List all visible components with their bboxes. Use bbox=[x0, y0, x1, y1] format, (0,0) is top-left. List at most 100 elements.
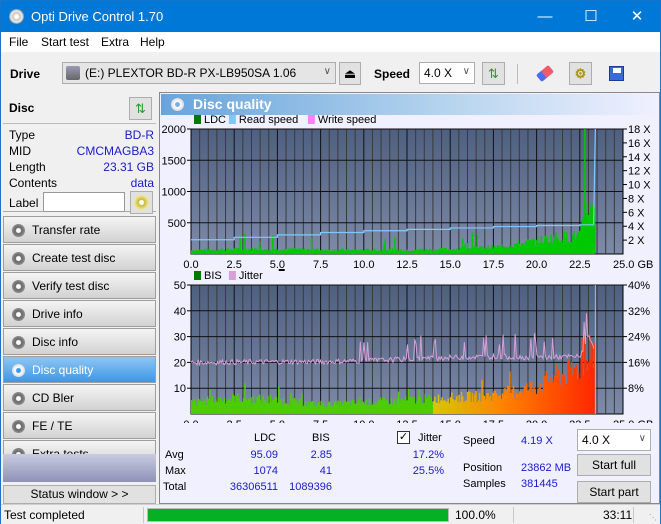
erase-button[interactable] bbox=[533, 62, 556, 85]
y2-tick-label: 12 X bbox=[628, 166, 651, 178]
disc-row-contents: Contents data bbox=[9, 176, 154, 190]
disc-nav-icon bbox=[12, 280, 25, 293]
stats-max-ldc: 1074 bbox=[253, 465, 278, 477]
stats-total-label: Total bbox=[163, 481, 187, 493]
eject-button[interactable]: ⏏ bbox=[339, 62, 361, 85]
app-window: Opti Drive Control 1.70 — ☐ ✕ File Start… bbox=[0, 0, 661, 524]
jitter-checkbox[interactable]: ✓ bbox=[397, 431, 410, 444]
legend-swatch bbox=[228, 115, 236, 124]
status-separator bbox=[513, 507, 514, 523]
resize-grip-icon[interactable]: ⋱ bbox=[649, 513, 657, 522]
menu-help[interactable]: Help bbox=[140, 35, 165, 49]
nav-item-drive-info[interactable]: Drive info bbox=[3, 300, 156, 327]
legend-label: Read speed bbox=[239, 114, 298, 126]
disc-nav-icon bbox=[12, 224, 25, 237]
disc-header: Disc bbox=[9, 101, 35, 115]
menu-start-test[interactable]: Start test bbox=[41, 35, 89, 49]
charts-area: 500 1000 1500 2000 2 X 4 X 6 X 8 X10 X 12 X 14 X 1… bbox=[162, 114, 654, 423]
disc-label-label: Label bbox=[9, 196, 39, 210]
sidebar: Disc ⇅ Type BD-R MID CMCMAGBA3 Length 23.31… bbox=[1, 92, 158, 504]
disc-nav-icon bbox=[12, 308, 25, 321]
x-tick-label: 7.5 bbox=[313, 419, 328, 423]
toolbar-divider bbox=[517, 64, 518, 84]
y2-tick-label: 4 X bbox=[628, 221, 645, 233]
minimize-button[interactable]: — bbox=[522, 1, 568, 32]
disc-nav-icon bbox=[12, 336, 25, 349]
disc-nav-icon bbox=[12, 364, 25, 377]
y2-tick-label: 18 X bbox=[628, 124, 651, 136]
disc-mid-value: CMCMAGBA3 bbox=[76, 144, 154, 158]
settings-button[interactable]: ⚙ bbox=[569, 62, 592, 85]
x-tick-label: 12.5 bbox=[396, 259, 417, 271]
nav-item-label: Disc quality bbox=[32, 363, 94, 377]
elapsed-time: 33:11 bbox=[603, 508, 633, 522]
status-bar: Test completed 100.0% 33:11 ⋱ bbox=[1, 504, 660, 524]
disc-contents-label: Contents bbox=[9, 176, 58, 190]
refresh-button[interactable]: ⇅ bbox=[482, 62, 505, 85]
stats-avg-label: Avg bbox=[165, 449, 184, 461]
x-tick-label: 2.5 bbox=[227, 419, 242, 423]
x-tick-label: 5.0 bbox=[270, 419, 285, 423]
nav-item-label: CD Bler bbox=[32, 391, 75, 405]
y2-tick-label: 40% bbox=[628, 280, 650, 292]
y2-tick-label: 24% bbox=[628, 332, 650, 344]
start-full-button[interactable]: Start full bbox=[577, 454, 651, 476]
nav-item-label: Create test disc bbox=[32, 251, 116, 265]
speed-select[interactable]: 4.0 X ∨ bbox=[419, 62, 475, 84]
disc-type-label: Type bbox=[9, 128, 36, 142]
drive-select[interactable]: (E:) PLEXTOR BD-R PX-LB950SA 1.06 ∨ bbox=[62, 62, 336, 84]
chevron-down-icon: ∨ bbox=[323, 66, 331, 77]
speed-label: Speed bbox=[374, 67, 411, 81]
save-button[interactable] bbox=[605, 62, 628, 85]
x-tick-label: 10.0 bbox=[353, 259, 374, 271]
refresh-arrows-icon: ⇅ bbox=[488, 66, 499, 81]
y-tick-label: 30 bbox=[174, 332, 186, 344]
x-tick-label: 10.0 bbox=[353, 419, 374, 423]
disc-refresh-button[interactable]: ⇅ bbox=[129, 97, 152, 120]
nav-item-fe-te[interactable]: FE / TE bbox=[3, 412, 156, 439]
x-tick-label: 22.5 bbox=[569, 419, 590, 423]
samples-label: Samples bbox=[463, 478, 506, 490]
position-value: 23862 MB bbox=[521, 462, 572, 474]
disc-nav-icon bbox=[12, 420, 25, 433]
drive-icon bbox=[66, 66, 80, 80]
y-tick-label: 10 bbox=[174, 383, 186, 395]
app-disc-icon bbox=[9, 9, 24, 24]
start-part-button[interactable]: Start part bbox=[577, 481, 651, 503]
nav-item-transfer-rate[interactable]: Transfer rate bbox=[3, 216, 156, 243]
x-tick-label: 12.5 bbox=[396, 419, 417, 423]
nav-spacer bbox=[3, 454, 156, 482]
y2-tick-label: 8 X bbox=[628, 193, 645, 205]
nav-item-create-test-disc[interactable]: Create test disc bbox=[3, 244, 156, 271]
nav-item-cd-bler[interactable]: CD Bler bbox=[3, 384, 156, 411]
x-tick-label: 15.0 bbox=[439, 419, 460, 423]
nav-item-label: Transfer rate bbox=[32, 223, 101, 237]
nav-item-disc-info[interactable]: Disc info bbox=[3, 328, 156, 355]
disc-row-type: Type BD-R bbox=[9, 128, 154, 142]
menu-extra[interactable]: Extra bbox=[101, 35, 129, 49]
status-window-button[interactable]: Status window > > bbox=[3, 485, 156, 504]
maximize-button[interactable]: ☐ bbox=[568, 1, 614, 32]
window-title: Opti Drive Control 1.70 bbox=[31, 9, 164, 24]
disc-label-apply-button[interactable] bbox=[130, 191, 153, 214]
menu-file[interactable]: File bbox=[9, 35, 28, 49]
speed-label: Speed bbox=[463, 435, 495, 447]
legend-label: Jitter bbox=[239, 270, 263, 282]
test-speed-select[interactable]: 4.0 X ∨ bbox=[577, 429, 651, 451]
nav-item-disc-quality[interactable]: Disc quality bbox=[3, 356, 156, 383]
disc-label-input[interactable] bbox=[43, 192, 125, 212]
legend-swatch bbox=[228, 271, 236, 280]
nav-item-verify-test-disc[interactable]: Verify test disc bbox=[3, 272, 156, 299]
stats-avg-bis: 2.85 bbox=[310, 449, 332, 461]
position-label: Position bbox=[463, 462, 503, 474]
x-tick-label: 25.0 GB bbox=[613, 259, 653, 271]
close-button[interactable]: ✕ bbox=[614, 1, 660, 32]
stats-avg-ldc: 95.09 bbox=[250, 449, 278, 461]
disc-mid-label: MID bbox=[9, 144, 31, 158]
status-separator bbox=[143, 507, 144, 523]
menu-bar: File Start test Extra Help bbox=[1, 32, 660, 52]
disc-contents-value: data bbox=[130, 176, 154, 190]
stats-total-bis: 1089396 bbox=[289, 481, 332, 493]
disc-nav-icon bbox=[12, 392, 25, 405]
nav-item-label: Verify test disc bbox=[32, 279, 110, 293]
